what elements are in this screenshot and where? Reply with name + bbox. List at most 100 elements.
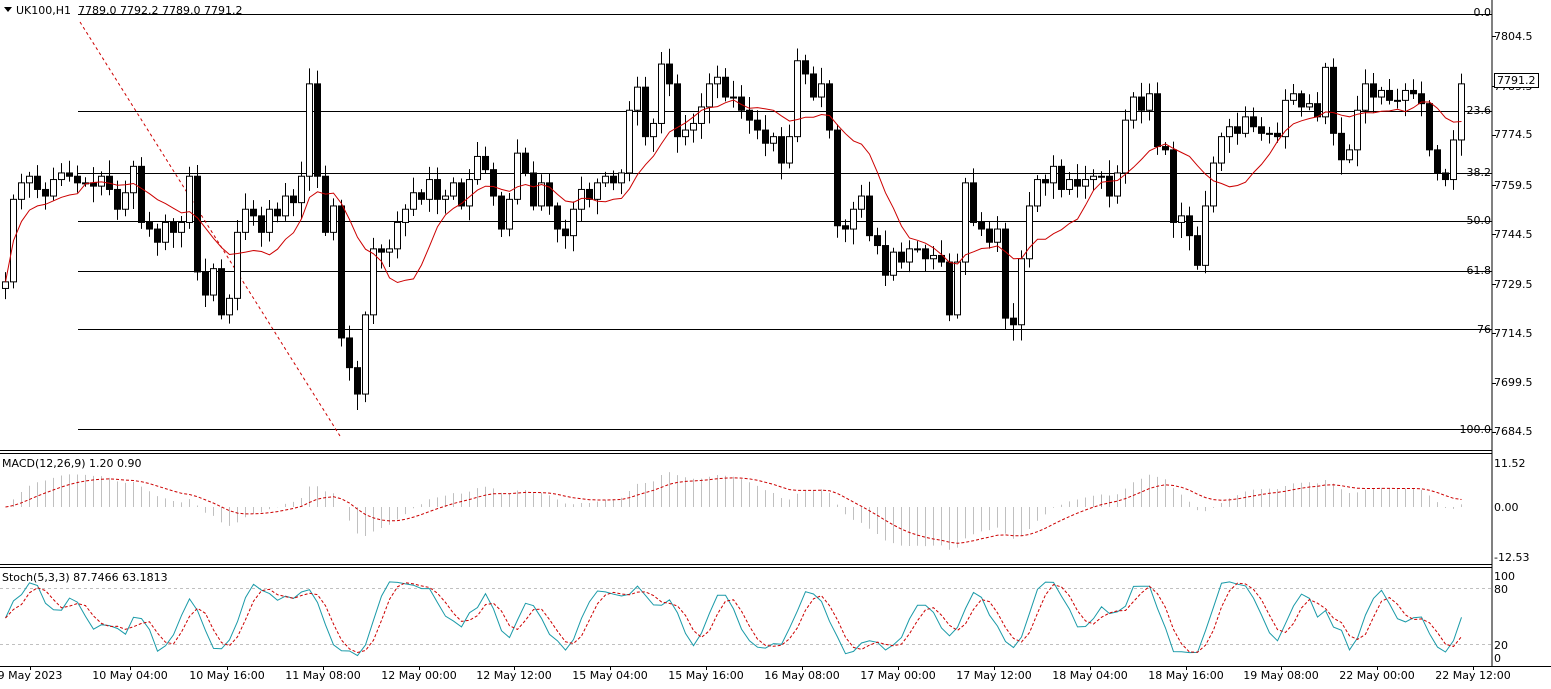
- candle-body: [426, 179, 433, 200]
- fibo-level-label: 23.6: [1466, 104, 1492, 117]
- candle-body: [1274, 132, 1281, 138]
- candle-body: [266, 208, 273, 233]
- candle-body: [434, 179, 441, 200]
- candle-body: [1018, 258, 1025, 326]
- candle-body: [650, 122, 657, 138]
- candle-body: [1410, 89, 1417, 95]
- candle-body: [458, 182, 465, 207]
- candle-body: [882, 245, 889, 276]
- candle-body: [642, 86, 649, 138]
- stoch-title: Stoch(5,3,3) 87.7466 63.1813: [2, 571, 168, 584]
- candle-body: [906, 248, 913, 263]
- candle-body: [50, 179, 57, 197]
- candle-body: [890, 251, 897, 276]
- candle-body: [1298, 93, 1305, 108]
- candle-body: [1122, 119, 1129, 174]
- candle-body: [730, 96, 737, 99]
- candle-body: [202, 271, 209, 296]
- candle-body: [554, 205, 561, 230]
- symbol-label: UK100,H1: [16, 4, 72, 17]
- candle-body: [306, 83, 313, 177]
- candle-body: [1154, 93, 1161, 148]
- candle-body: [258, 215, 265, 233]
- time-axis-label: 16 May 08:00: [764, 669, 840, 682]
- fibo-level-label: 0.0: [1473, 6, 1492, 19]
- time-axis-label: 15 May 16:00: [668, 669, 744, 682]
- candle-body: [1066, 179, 1073, 190]
- candle-body: [378, 248, 385, 253]
- candle-body: [1234, 126, 1241, 134]
- candle-body: [1314, 103, 1321, 118]
- candle-body: [1226, 126, 1233, 138]
- stoch-axis-label: 20: [1494, 639, 1508, 652]
- candle-body: [914, 248, 921, 251]
- candle-body: [1322, 66, 1329, 118]
- candle-body: [706, 83, 713, 108]
- current-price-tag: 7791.2: [1494, 73, 1539, 88]
- candle-body: [1210, 162, 1217, 207]
- time-axis-label: 17 May 12:00: [956, 669, 1032, 682]
- candle-body: [1402, 89, 1409, 101]
- candle-body: [594, 182, 601, 200]
- candle-body: [1138, 96, 1145, 111]
- macd-axis-label: 0.00: [1494, 501, 1519, 514]
- candle-body: [474, 155, 481, 181]
- price-axis-label: 7744.5: [1494, 228, 1533, 241]
- trading-chart[interactable]: [0, 0, 1551, 689]
- candle-body: [778, 136, 785, 164]
- candle-body: [330, 205, 337, 233]
- candle-body: [1218, 136, 1225, 164]
- time-axis-label: 18 May 04:00: [1052, 669, 1128, 682]
- candle-body: [1106, 175, 1113, 197]
- candle-body: [1146, 93, 1153, 111]
- time-axis-label: 12 May 12:00: [476, 669, 552, 682]
- candle-body: [418, 192, 425, 200]
- candle-body: [1162, 146, 1169, 151]
- time-axis-label: 11 May 08:00: [285, 669, 361, 682]
- candle-body: [1242, 116, 1249, 134]
- ohlc-readout: 7789.0 7792.2 7789.0 7791.2: [78, 4, 243, 17]
- candle-body: [1338, 132, 1345, 161]
- price-pane[interactable]: [0, 0, 1492, 450]
- candle-body: [746, 109, 753, 121]
- time-axis-label: 19 May 08:00: [1243, 669, 1319, 682]
- time-axis-label: 10 May 16:00: [189, 669, 265, 682]
- candle-body: [1178, 215, 1185, 223]
- candle-body: [114, 188, 121, 210]
- candle-body: [442, 195, 449, 200]
- candle-body: [1058, 165, 1065, 190]
- candle-body: [1346, 149, 1353, 161]
- candle-body: [634, 86, 641, 111]
- candle-body: [1194, 235, 1201, 266]
- candle-body: [370, 248, 377, 316]
- candle-body: [58, 172, 65, 181]
- candle-body: [410, 192, 417, 210]
- candle-body: [722, 76, 729, 98]
- candle-body: [570, 208, 577, 237]
- candle-body: [26, 175, 33, 184]
- candle-body: [346, 337, 353, 369]
- candle-body: [618, 172, 625, 184]
- candle-body: [1434, 149, 1441, 174]
- price-axis-label: 7684.5: [1494, 425, 1533, 438]
- fibo-level-label: 100.0: [1459, 423, 1492, 436]
- candle-body: [1306, 103, 1313, 108]
- macd-axis-label: -12.53: [1494, 551, 1530, 564]
- time-axis-label: 18 May 16:00: [1148, 669, 1224, 682]
- candle-body: [402, 208, 409, 223]
- time-axis-label: 22 May 00:00: [1339, 669, 1415, 682]
- candle-body: [978, 221, 985, 230]
- candle-body: [762, 129, 769, 144]
- time-axis-label: 22 May 12:00: [1435, 669, 1511, 682]
- candle-body: [1042, 179, 1049, 184]
- collapse-triangle-icon[interactable]: [4, 7, 12, 12]
- candle-body: [1450, 139, 1457, 181]
- candle-body: [1266, 132, 1273, 135]
- candle-body: [658, 63, 665, 124]
- candle-body: [538, 182, 545, 207]
- candle-body: [274, 208, 281, 217]
- candle-body: [162, 221, 169, 243]
- candle-body: [586, 188, 593, 200]
- candle-body: [770, 136, 777, 144]
- price-axis-label: 7774.5: [1494, 128, 1533, 141]
